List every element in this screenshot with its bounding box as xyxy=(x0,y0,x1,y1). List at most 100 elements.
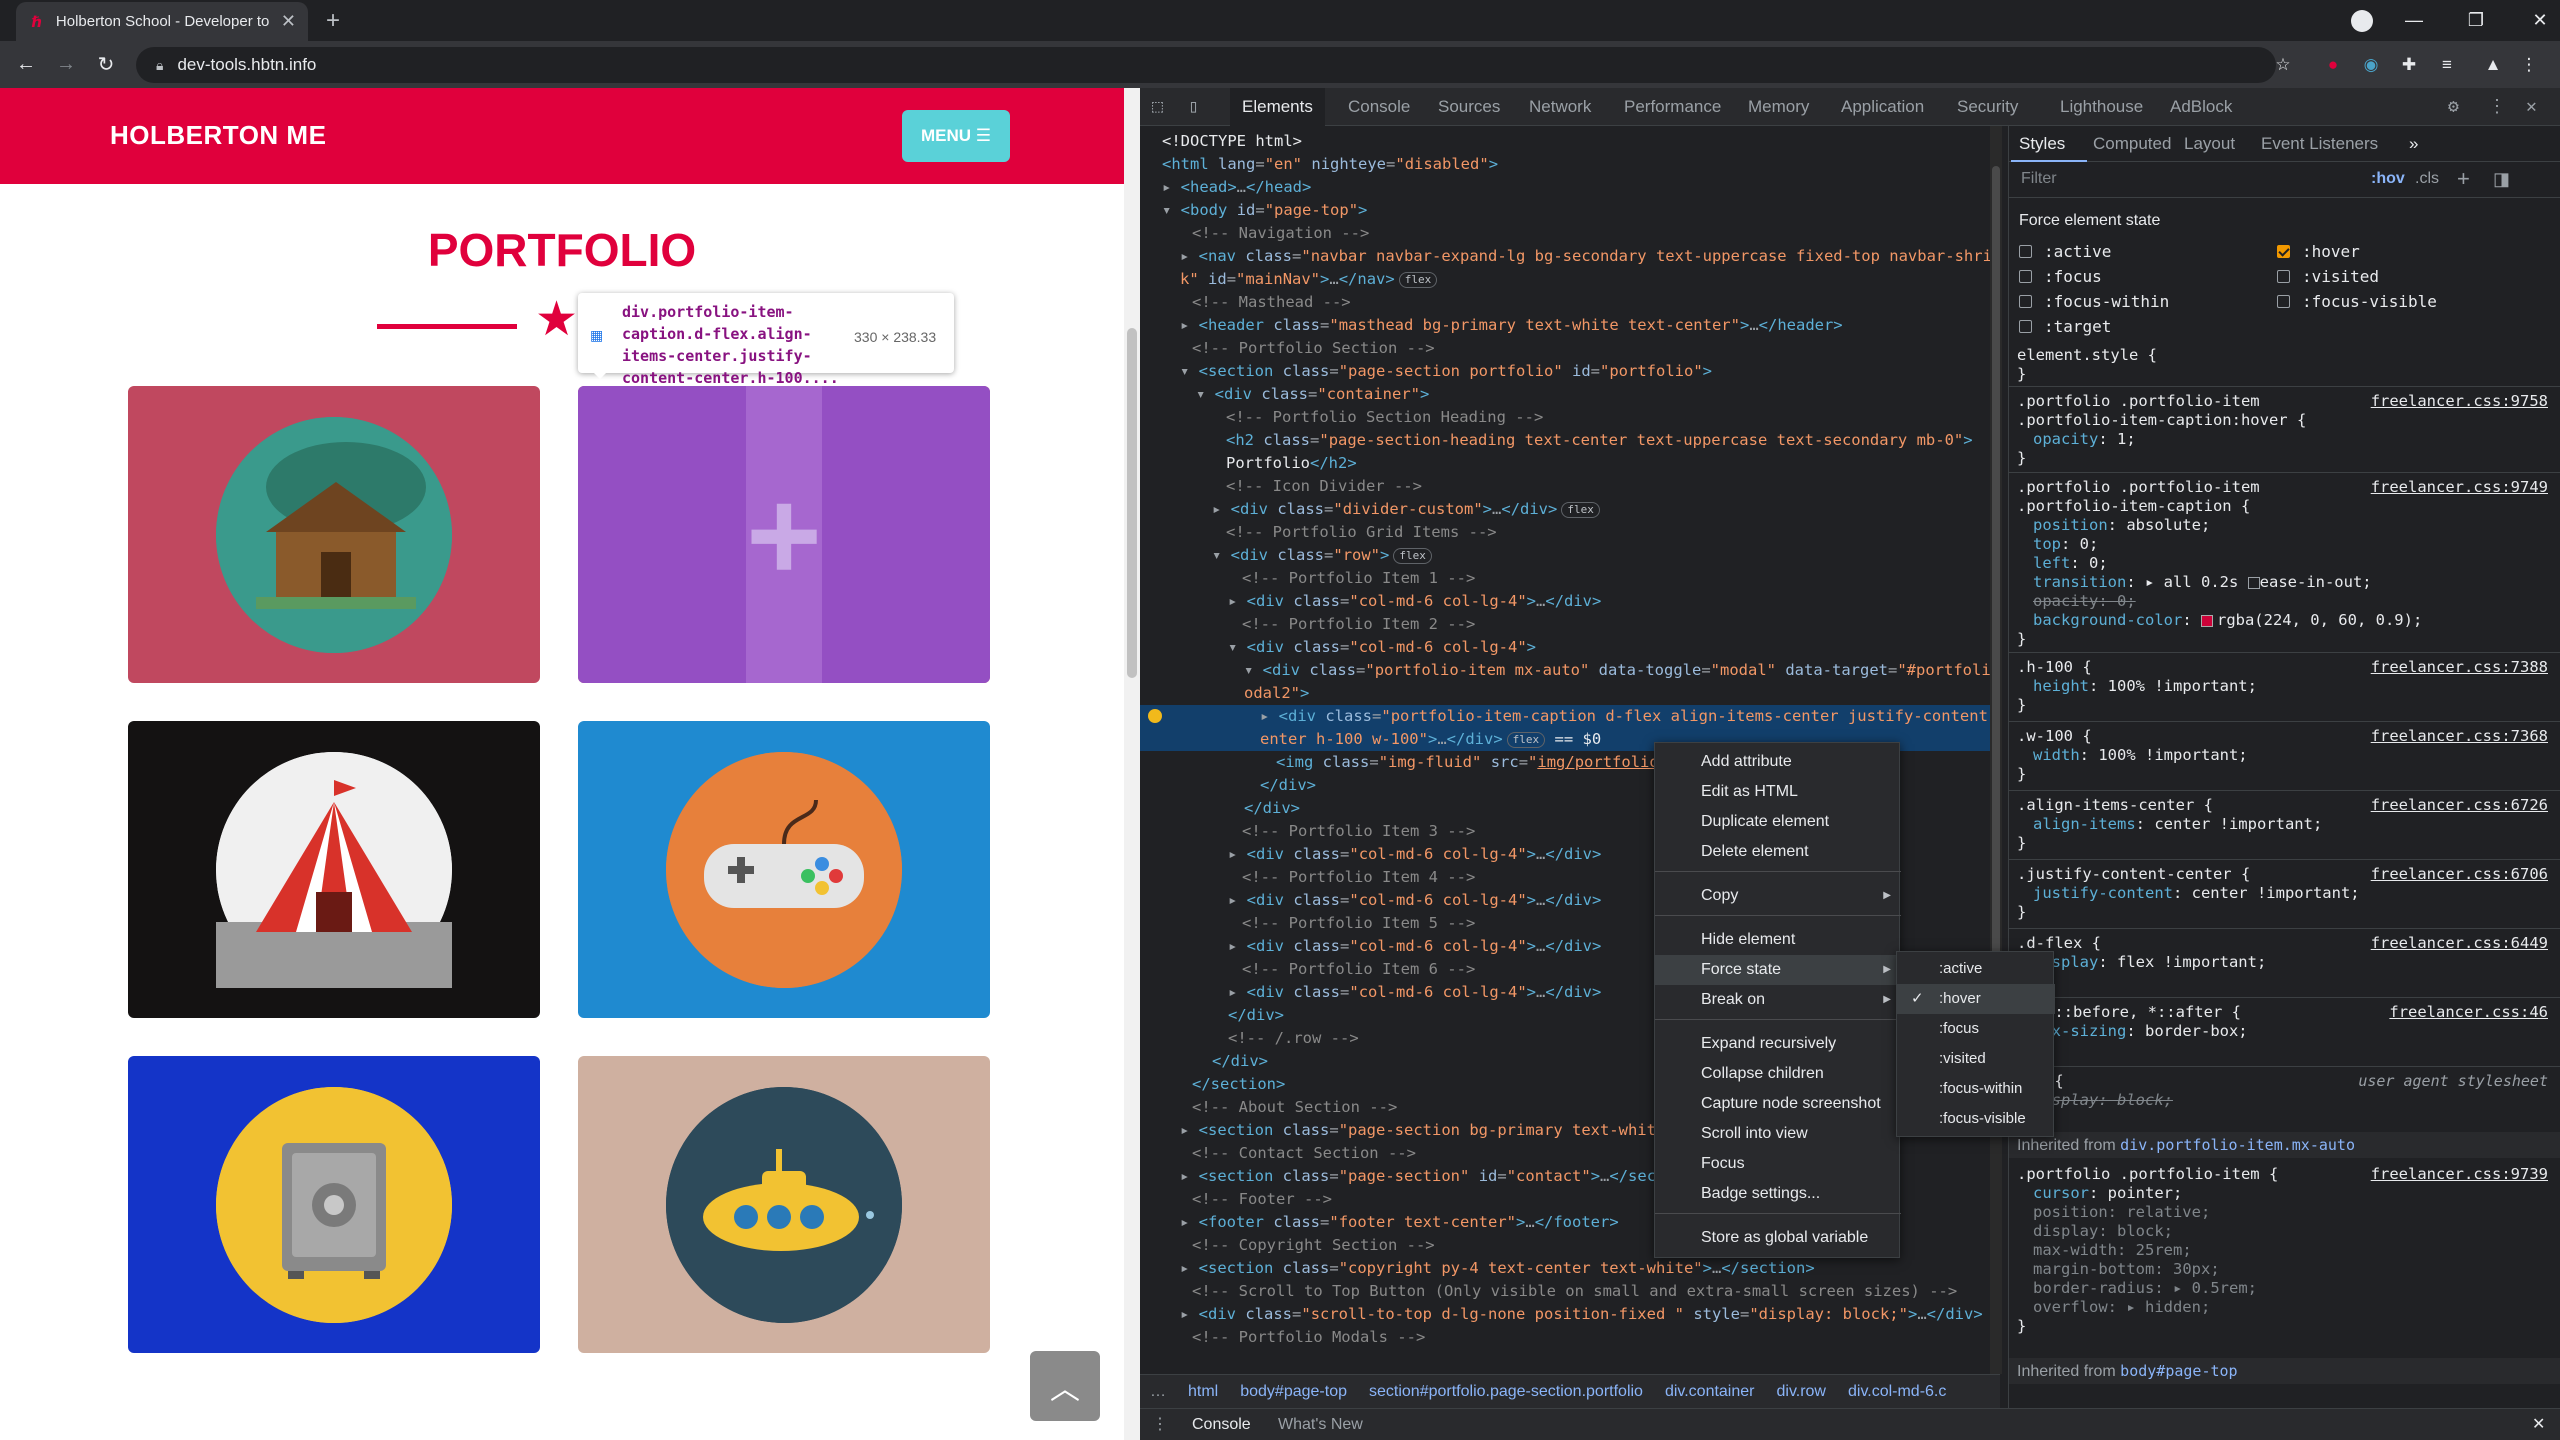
menu-item-delete-element[interactable]: Delete element xyxy=(1655,837,1901,867)
menu-item-store-as-global-variable[interactable]: Store as global variable xyxy=(1655,1223,1901,1253)
more-options-icon[interactable]: ⋮ xyxy=(2488,96,2506,117)
style-declaration-inactive[interactable]: margin-bottom: 30px; xyxy=(2033,1260,2220,1279)
dom-line[interactable]: ▸ <div class="col-md-6 col-lg-4">…</div> xyxy=(1228,590,1601,613)
dom-line[interactable]: <h2 class="page-section-heading text-cen… xyxy=(1226,429,1973,452)
style-declaration-inactive[interactable]: border-radius: ▸ 0.5rem; xyxy=(2033,1279,2257,1298)
dom-line[interactable]: ▾ <div class="container"> xyxy=(1196,383,1429,406)
dom-line[interactable]: <!-- Scroll to Top Button (Only visible … xyxy=(1192,1280,1957,1303)
style-declaration[interactable]: align-items: center !important; xyxy=(2033,815,2322,834)
dom-line[interactable]: ▸ <div class="col-md-6 col-lg-4">…</div> xyxy=(1228,981,1601,1004)
extension-red-icon[interactable]: ● xyxy=(2320,52,2346,78)
dom-line[interactable]: ▸ <head>…</head> xyxy=(1162,176,1311,199)
dom-line[interactable]: </section> xyxy=(1192,1073,1285,1096)
style-rule-element[interactable]: element.style { xyxy=(2017,346,2157,365)
menu-item-expand-recursively[interactable]: Expand recursively xyxy=(1655,1029,1901,1059)
checkbox[interactable] xyxy=(2019,270,2032,283)
dom-line[interactable]: ▾ <body id="page-top"> xyxy=(1162,199,1367,222)
tab-event-listeners[interactable]: Event Listeners xyxy=(2261,134,2378,154)
dom-line[interactable]: ▸ <nav class="navbar navbar-expand-lg bg… xyxy=(1180,245,1990,268)
dom-tree-scrollbar[interactable] xyxy=(1990,126,2002,1374)
menu-item-capture-node-screenshot[interactable]: Capture node screenshot xyxy=(1655,1089,1901,1119)
styles-filter-input[interactable]: Filter xyxy=(2021,170,2057,188)
style-source-link[interactable]: freelancer.css:7388 xyxy=(2371,658,2548,677)
dom-line[interactable]: ▸ <div class="col-md-6 col-lg-4">…</div> xyxy=(1228,935,1601,958)
force-state-visited[interactable]: :visited xyxy=(2277,267,2379,286)
breadcrumb-item[interactable]: body#page-top xyxy=(1240,1383,1347,1401)
style-source-link[interactable]: freelancer.css:9749 xyxy=(2371,478,2548,497)
dom-line[interactable]: <!-- Copyright Section --> xyxy=(1192,1234,1435,1257)
menu-item-edit-as-html[interactable]: Edit as HTML xyxy=(1655,777,1901,807)
style-source-link[interactable]: freelancer.css:6706 xyxy=(2371,865,2548,884)
dom-line[interactable]: </div> xyxy=(1212,1050,1268,1073)
breadcrumb-item[interactable]: html xyxy=(1188,1383,1218,1401)
menu-item-collapse-children[interactable]: Collapse children xyxy=(1655,1059,1901,1089)
tab-console[interactable]: Console xyxy=(1348,88,1410,126)
portfolio-item-hovered[interactable]: + xyxy=(578,386,990,683)
dom-line[interactable]: <html lang="en" nighteye="disabled"> xyxy=(1162,153,1498,176)
dom-line[interactable]: ▾ <div class="col-md-6 col-lg-4"> xyxy=(1228,636,1536,659)
dom-line[interactable]: ▸ <div class="col-md-6 col-lg-4">…</div> xyxy=(1228,843,1601,866)
dom-line[interactable]: ▾ <section class="page-section portfolio… xyxy=(1180,360,1712,383)
style-declaration-inactive[interactable]: display: block; xyxy=(2033,1222,2173,1241)
dom-line[interactable]: <!-- Portfolio Item 5 --> xyxy=(1242,912,1475,935)
style-source-link[interactable]: freelancer.css:6726 xyxy=(2371,796,2548,815)
style-declaration[interactable]: cursor: pointer; xyxy=(2033,1184,2182,1203)
style-declaration-inactive[interactable]: overflow: ▸ hidden; xyxy=(2033,1298,2210,1317)
style-rule-selector[interactable]: .portfolio-item-caption:hover { xyxy=(2017,411,2306,430)
dom-line[interactable]: </div> xyxy=(1244,797,1300,820)
breadcrumb-item[interactable]: section#portfolio.page-section.portfolio xyxy=(1369,1383,1643,1401)
style-source-link[interactable]: freelancer.css:9758 xyxy=(2371,392,2548,411)
force-state-focus[interactable]: :focus xyxy=(2019,267,2102,286)
style-declaration[interactable]: box-sizing: border-box; xyxy=(2033,1022,2248,1041)
checkbox[interactable] xyxy=(2277,270,2290,283)
dom-line[interactable]: <!-- Contact Section --> xyxy=(1192,1142,1416,1165)
breadcrumb-item[interactable]: div.row xyxy=(1776,1383,1826,1401)
inspect-element-icon[interactable]: ⬚ xyxy=(1152,96,1163,117)
style-declaration[interactable]: justify-content: center !important; xyxy=(2033,884,2360,903)
style-declaration[interactable]: left: 0; xyxy=(2033,554,2108,573)
breadcrumb-item[interactable]: div.col-md-6.c xyxy=(1848,1383,1946,1401)
portfolio-item-circus[interactable] xyxy=(128,721,540,1018)
checkbox[interactable] xyxy=(2019,295,2032,308)
dom-line[interactable]: ▸ <section class="page-section" id="cont… xyxy=(1180,1165,1675,1188)
style-declaration-inactive[interactable]: max-width: 25rem; xyxy=(2033,1241,2192,1260)
dom-line[interactable]: <!-- Portfolio Item 2 --> xyxy=(1242,613,1475,636)
dom-line[interactable]: <!-- About Section --> xyxy=(1192,1096,1397,1119)
style-declaration[interactable]: transition: ▸ all 0.2s ease-in-out; xyxy=(2033,573,2372,592)
style-source-link[interactable]: freelancer.css:9739 xyxy=(2371,1165,2548,1184)
menu-button[interactable]: MENU ☰ xyxy=(902,110,1010,162)
dom-line[interactable]: ▸ <section class="page-section bg-primar… xyxy=(1180,1119,1665,1142)
extension-blue-icon[interactable]: ◉ xyxy=(2358,52,2384,78)
close-window-icon[interactable]: ✕ xyxy=(2510,0,2560,41)
close-devtools-icon[interactable]: ✕ xyxy=(2526,96,2537,117)
new-tab-icon[interactable]: + xyxy=(326,7,340,35)
dom-line[interactable]: odal2"> xyxy=(1244,682,1309,705)
inherited-selector[interactable]: div.portfolio-item.mx-auto xyxy=(2120,1136,2355,1154)
dom-line[interactable]: Portfolio</h2> xyxy=(1226,452,1357,475)
menu-item-copy[interactable]: Copy ▶ xyxy=(1655,881,1901,911)
force-state-target[interactable]: :target xyxy=(2019,317,2111,336)
breadcrumb-item[interactable]: div.container xyxy=(1665,1383,1755,1401)
menu-item-hide-element[interactable]: Hide element xyxy=(1655,925,1901,955)
menu-item-add-attribute[interactable]: Add attribute xyxy=(1655,747,1901,777)
menu-item-focus[interactable]: Focus xyxy=(1655,1149,1901,1179)
style-rule-selector[interactable]: .portfolio .portfolio-item xyxy=(2017,478,2260,497)
style-rule-selector[interactable]: .w-100 { xyxy=(2017,727,2092,746)
new-style-rule-icon[interactable]: + xyxy=(2457,166,2470,192)
force-state-active[interactable]: :active xyxy=(2019,242,2111,261)
tab-sources[interactable]: Sources xyxy=(1438,88,1500,126)
style-declaration-overridden[interactable]: opacity: 0; xyxy=(2033,592,2136,611)
force-state-focus-visible[interactable]: :focus-visible xyxy=(2277,292,2437,311)
tab-elements[interactable]: Elements xyxy=(1230,88,1325,126)
checkbox-checked[interactable] xyxy=(2277,245,2290,258)
submenu-item-focus-visible[interactable]: :focus-visible xyxy=(1897,1104,2055,1134)
close-drawer-icon[interactable]: ✕ xyxy=(2532,1409,2545,1440)
portfolio-item-cabin[interactable] xyxy=(128,386,540,683)
style-source-link[interactable]: freelancer.css:6449 xyxy=(2371,934,2548,953)
style-source-link[interactable]: freelancer.css:7368 xyxy=(2371,727,2548,746)
back-icon[interactable]: ← xyxy=(6,53,46,76)
style-declaration[interactable]: background-color: rgba(224, 0, 60, 0.9); xyxy=(2033,611,2422,630)
submenu-item-hover[interactable]: ✓:hover xyxy=(1897,984,2055,1014)
style-declaration[interactable]: opacity: 1; xyxy=(2033,430,2136,449)
dom-line[interactable]: </div> xyxy=(1260,774,1316,797)
